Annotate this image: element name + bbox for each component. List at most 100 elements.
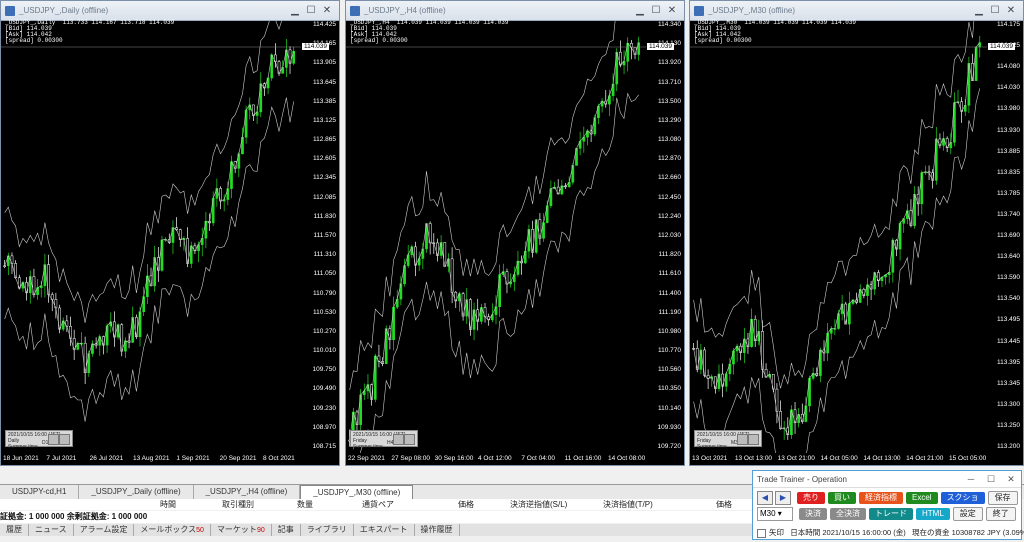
column-header[interactable]: 数量 — [297, 499, 313, 510]
terminal-tab[interactable]: ライブラリ — [301, 524, 354, 536]
price-tick: 112.085 — [312, 193, 336, 201]
maximize-icon[interactable]: ☐ — [648, 4, 664, 18]
price-tick: 110.270 — [312, 327, 336, 335]
time-axis[interactable]: 18 Jun 2021 7 Jul 2021 26 Jul 2021 13 Aug 2… — [1, 453, 339, 465]
time-tick: 7 Oct 04:00 — [521, 455, 555, 462]
chart-tab[interactable]: _USDJPY_,Daily (offline) — [79, 485, 194, 499]
trainer-button-row-2: M30 ▾ 決済 全決済 トレード HTML 設定 終了 — [757, 507, 1019, 521]
column-header[interactable]: 価格 — [716, 499, 732, 510]
window-titlebar[interactable]: _USDJPY_,H4 (offline) ▁ ☐ ✕ — [346, 1, 684, 21]
minimize-icon[interactable]: ─ — [961, 474, 981, 485]
bollinger-middle — [4, 49, 294, 373]
price-tick: 113.590 — [996, 274, 1020, 282]
price-tick: 112.240 — [657, 212, 681, 220]
trainer-titlebar[interactable]: Trade Trainer - Operation ─ ☐ ✕ — [753, 471, 1021, 488]
trainer-button[interactable]: 保存 — [987, 491, 1018, 505]
close-icon[interactable]: ✕ — [319, 4, 335, 18]
terminal-tab[interactable]: 操作履歴 — [415, 524, 460, 536]
time-tick: 14 Oct 05:00 — [820, 455, 858, 462]
time-tick: 1 Sep 2021 — [176, 455, 210, 462]
close-icon[interactable]: ✕ — [1003, 4, 1019, 18]
price-tick: 110.350 — [657, 385, 681, 393]
terminal-tab[interactable]: マーケット90 — [211, 524, 272, 536]
column-header[interactable]: 決済指値(T/P) — [603, 499, 653, 510]
window-titlebar[interactable]: _USDJPY_,M30 (offline) ▁ ☐ ✕ — [690, 1, 1023, 21]
time-tick: 22 Sep 2021 — [348, 455, 385, 462]
column-header[interactable]: 価格 — [458, 499, 474, 510]
trainer-button[interactable]: 経済指標 — [859, 492, 903, 504]
trainer-button[interactable]: 全決済 — [830, 508, 866, 520]
price-axis[interactable]: 114.340114.130113.920113.710113.500113.2… — [644, 21, 684, 453]
price-tick: 113.885 — [996, 147, 1020, 155]
column-header[interactable]: 通貨ペア — [362, 499, 394, 510]
maximize-icon[interactable]: ☐ — [987, 4, 1003, 18]
chart-window-daily[interactable]: _USDJPY_,Daily (offline) ▁ ☐ ✕ _USDJPY_,… — [0, 0, 340, 466]
window-title: _USDJPY_,M30 (offline) — [708, 6, 795, 15]
time-axis[interactable]: 13 Oct 2021 13 Oct 13:00 13 Oct 21:00 14 Oc… — [690, 453, 1023, 465]
trainer-button[interactable]: 決済 — [799, 508, 827, 520]
chart-window-m30[interactable]: _USDJPY_,M30 (offline) ▁ ☐ ✕ _USDJPY_,M3… — [689, 0, 1024, 466]
price-chart[interactable] — [690, 21, 987, 453]
maximize-icon[interactable]: ☐ — [303, 4, 319, 18]
mini-next-button[interactable] — [59, 434, 70, 445]
price-chart[interactable] — [1, 21, 301, 453]
chart-tab[interactable]: _USDJPY_,H4 (offline) — [194, 485, 301, 499]
window-titlebar[interactable]: _USDJPY_,Daily (offline) ▁ ☐ ✕ — [1, 1, 339, 21]
mini-prev-button[interactable] — [48, 434, 59, 445]
terminal-tab[interactable]: メールボックス50 — [134, 524, 211, 536]
price-tick: 114.425 — [312, 21, 336, 28]
trainer-button[interactable]: トレード — [869, 508, 913, 520]
terminal-tab[interactable]: ニュース — [29, 524, 74, 536]
terminal-tab[interactable]: 履歴 — [0, 524, 29, 536]
price-tick: 113.905 — [312, 59, 336, 67]
arrow-checkbox[interactable] — [757, 528, 766, 538]
trainer-button[interactable]: 買い — [828, 492, 856, 504]
price-tick: 108.970 — [312, 423, 337, 431]
timeframe-select[interactable]: M30 ▾ — [757, 507, 793, 521]
chart-window-h4[interactable]: _USDJPY_,H4 (offline) ▁ ☐ ✕ _USDJPY_,H4 … — [345, 0, 685, 466]
trainer-button[interactable]: 設定 — [952, 507, 983, 521]
time-axis[interactable]: 22 Sep 2021 27 Sep 08:00 30 Sep 16:00 4 Oct… — [346, 453, 684, 465]
terminal-tab-label: ライブラリ — [306, 525, 347, 534]
terminal-tab[interactable]: アラーム設定 — [74, 524, 135, 536]
terminal-tab-label: アラーム設定 — [79, 525, 128, 534]
trainer-button[interactable]: HTML — [916, 508, 950, 520]
terminal-tab[interactable]: エキスパート — [354, 524, 415, 536]
column-header[interactable]: 取引種別 — [222, 499, 254, 510]
window-title: _USDJPY_,Daily (offline) — [19, 6, 109, 15]
trainer-button[interactable]: スクショ — [940, 492, 985, 504]
price-tick: 114.175 — [996, 21, 1020, 28]
minimize-icon[interactable]: ▁ — [287, 4, 303, 18]
trainer-button[interactable]: Excel — [906, 492, 938, 504]
info-line: [spread] 0.00300 — [350, 37, 408, 44]
bollinger-middle — [349, 42, 639, 441]
time-tick: 14 Oct 08:00 — [608, 455, 646, 462]
price-tick: 113.645 — [312, 78, 336, 86]
close-icon[interactable]: ✕ — [664, 4, 680, 18]
close-icon[interactable]: ✕ — [1001, 474, 1021, 485]
column-header[interactable]: 時間 — [160, 499, 176, 510]
minimize-icon[interactable]: ▁ — [971, 4, 987, 18]
mini-prev-button[interactable] — [737, 434, 748, 445]
mini-prev-button[interactable] — [393, 434, 404, 445]
mini-next-button[interactable] — [748, 434, 759, 445]
window-title: _USDJPY_,H4 (offline) — [364, 6, 446, 15]
trade-trainer-panel: Trade Trainer - Operation ─ ☐ ✕ ◀ ▶ 売り 買い… — [752, 470, 1024, 540]
price-axis[interactable]: 114.425114.165113.905113.645113.385113.1… — [299, 21, 339, 453]
chart-tab-active[interactable]: _USDJPY_,M30 (offline) — [300, 485, 414, 499]
time-tick: 27 Sep 08:00 — [391, 455, 431, 462]
mini-next-button[interactable] — [404, 434, 415, 445]
column-header[interactable]: 決済逆指値(S/L) — [510, 499, 567, 510]
trainer-button[interactable]: 終了 — [985, 507, 1016, 521]
minimize-icon[interactable]: ▁ — [632, 4, 648, 18]
maximize-icon[interactable]: ☐ — [981, 474, 1001, 485]
price-tick: 113.930 — [996, 126, 1020, 134]
trainer-button[interactable]: 売り — [797, 492, 825, 504]
chart-tab[interactable]: USDJPY-cd,H1 — [0, 485, 80, 499]
price-axis[interactable]: 114.175114.125114.080114.030113.980113.9… — [985, 21, 1023, 453]
price-chart[interactable] — [346, 21, 646, 453]
terminal-tab[interactable]: 記事 — [272, 524, 301, 536]
terminal-tab-label: エキスパート — [359, 525, 408, 534]
prev-bar-button[interactable]: ◀ — [757, 491, 773, 505]
next-bar-button[interactable]: ▶ — [775, 491, 791, 505]
